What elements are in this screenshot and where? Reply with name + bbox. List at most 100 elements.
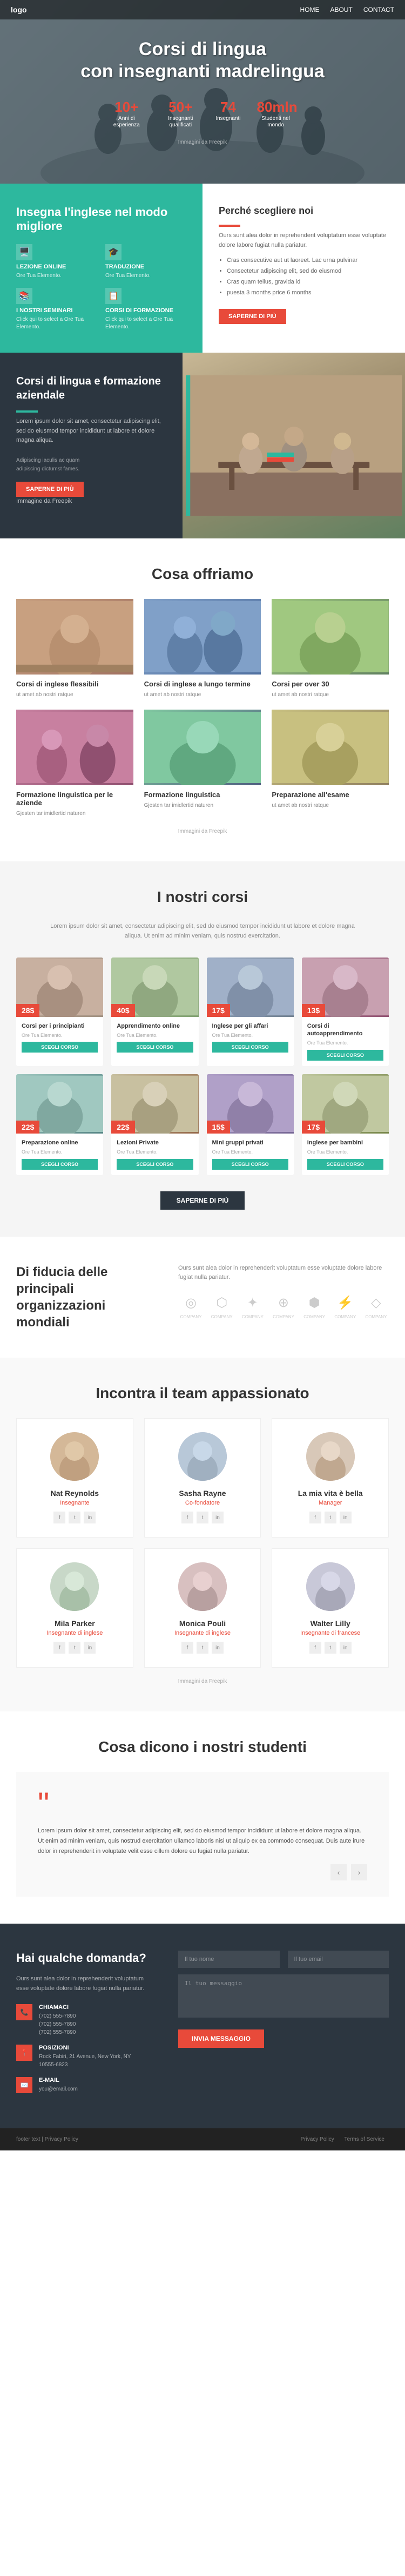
perche-list: Cras consecutive aut ut laoreet. Lac urn… (219, 255, 389, 298)
corso-title-7: Mini gruppi privati (212, 1139, 288, 1147)
offer-desc-2: ut amet ab nostri ratque (144, 691, 261, 699)
section-team: Incontra il team appassionato Nat Reynol… (0, 1358, 405, 1711)
team-role-monica: Insegnante di inglese (156, 1630, 250, 1636)
social-facebook-nat[interactable]: f (53, 1512, 65, 1523)
team-grid: Nat Reynolds Insegnante f t in Sasha Ray… (16, 1418, 389, 1668)
team-card-sasha: Sasha Rayne Co-fondatore f t in (144, 1418, 261, 1537)
corso-btn-6[interactable]: SCEGLI CORSO (117, 1159, 193, 1170)
stat-years-label: Anni di esperienza (107, 116, 145, 129)
corso-btn-1[interactable]: SCEGLI CORSO (22, 1042, 98, 1053)
corso-title-8: Inglese per bambini (307, 1139, 383, 1147)
perche-item-4: puesta 3 months price 6 months (227, 288, 389, 299)
social-facebook-walter[interactable]: f (309, 1642, 321, 1654)
form-submit-btn[interactable]: INVIA MESSAGGIO (178, 2029, 264, 2048)
social-twitter-vita[interactable]: t (325, 1512, 336, 1523)
footer-terms[interactable]: Terms of Service (345, 2136, 384, 2142)
team-name-walter: Walter Lilly (283, 1619, 377, 1628)
perche-btn[interactable]: SAPERNE DI PIÙ (219, 309, 286, 324)
form-row-name-email (178, 1951, 389, 1968)
social-linkedin-walter[interactable]: in (340, 1642, 352, 1654)
corsi-more-btn[interactable]: SAPERNE DI PIÙ (160, 1191, 245, 1210)
testimonial-prev[interactable]: ‹ (330, 1864, 347, 1880)
corso-btn-4[interactable]: SCEGLI CORSO (307, 1050, 383, 1061)
social-twitter-mila[interactable]: t (69, 1642, 80, 1654)
social-facebook-vita[interactable]: f (309, 1512, 321, 1523)
corso-title-2: Apprendimento online (117, 1022, 193, 1030)
section-contact: Hai qualche domanda? Ours sunt alea dolo… (0, 1924, 405, 2128)
team-card-mila: Mila Parker Insegnante di inglese f t in (16, 1548, 133, 1668)
team-card-vita: La mia vita è bella Manager f t in (272, 1418, 389, 1537)
corso-badge-1: 28$ (16, 1004, 39, 1017)
form-email-input[interactable] (288, 1951, 389, 1968)
team-role-mila: Insegnante di inglese (28, 1630, 122, 1636)
section-offriamo: Cosa offriamo Corsi di inglese flessibil… (0, 538, 405, 861)
corso-title-6: Lezioni Private (117, 1139, 193, 1147)
social-twitter-nat[interactable]: t (69, 1512, 80, 1523)
testimonial-next[interactable]: › (351, 1864, 367, 1880)
social-twitter-walter[interactable]: t (325, 1642, 336, 1654)
corso-img-5: 22$ (16, 1074, 103, 1134)
corso-card-2: 40$ Apprendimento online Ore Tua Element… (111, 957, 198, 1066)
perche-title: Perché scegliere noi (219, 205, 389, 217)
corso-img-2: 40$ (111, 957, 198, 1017)
contact-address-label: POSIZIONI (39, 2045, 131, 2051)
corso-title-3: Inglese per gli affari (212, 1022, 288, 1030)
stat-teachers-label: Insegnanti qualificati (161, 116, 199, 129)
testimonial-nav: ‹ › (38, 1864, 367, 1880)
nav-contact[interactable]: CONTACT (363, 6, 394, 14)
offer-desc-3: ut amet ab nostri ratque (272, 691, 389, 699)
logo-icon-7: ◇ (367, 1293, 386, 1312)
offer-card-6: Preparazione all'esame ut amet ab nostri… (272, 710, 389, 818)
footer-privacy[interactable]: Privacy Policy (301, 2136, 334, 2142)
social-facebook-sasha[interactable]: f (181, 1512, 193, 1523)
social-linkedin-nat[interactable]: in (84, 1512, 96, 1523)
seminari-title: I NOSTRI SEMINARI (16, 307, 97, 314)
feature-lezione: 🖥️ LEZIONE ONLINE Ore Tua Elemento. (16, 244, 97, 280)
team-card-nat: Nat Reynolds Insegnante f t in (16, 1418, 133, 1537)
social-linkedin-vita[interactable]: in (340, 1512, 352, 1523)
logo-3: ✦ COMPANY (240, 1293, 265, 1319)
social-linkedin-sasha[interactable]: in (212, 1512, 224, 1523)
col-perche: Perché scegliere noi Ours sunt alea dolo… (202, 184, 405, 353)
corso-body-8: Inglese per bambini Ore Tua Elemento. SC… (302, 1134, 389, 1175)
corso-btn-8[interactable]: SCEGLI CORSO (307, 1159, 383, 1170)
corso-body-1: Corsi per i principianti Ore Tua Element… (16, 1017, 103, 1058)
form-name-input[interactable] (178, 1951, 280, 1968)
social-twitter-sasha[interactable]: t (197, 1512, 208, 1523)
section-testimonial: Cosa dicono i nostri studenti " Lorem ip… (0, 1711, 405, 1924)
social-facebook-mila[interactable]: f (53, 1642, 65, 1654)
corso-btn-2[interactable]: SCEGLI CORSO (117, 1042, 193, 1053)
corporate-right (183, 353, 405, 538)
social-icons-nat: f t in (28, 1512, 122, 1523)
formazione-title: CORSI DI FORMAZIONE (105, 307, 186, 314)
team-img-credit: Immagini da Freepik (16, 1678, 389, 1684)
corso-title-5: Preparazione online (22, 1139, 98, 1147)
social-facebook-monica[interactable]: f (181, 1642, 193, 1654)
social-twitter-monica[interactable]: t (197, 1642, 208, 1654)
logo-icon-4: ⊕ (274, 1293, 293, 1312)
team-name-nat: Nat Reynolds (28, 1489, 122, 1498)
offer-card-1: Corsi di inglese flessibili ut amet ab n… (16, 599, 133, 699)
corporate-btn[interactable]: SAPERNE DI PIÙ (16, 482, 84, 497)
social-linkedin-mila[interactable]: in (84, 1642, 96, 1654)
team-role-sasha: Co-fondatore (156, 1500, 250, 1506)
form-message-textarea[interactable] (178, 1974, 389, 2018)
team-name-mila: Mila Parker (28, 1619, 122, 1628)
stat-insegnanti-label: Insegnanti (215, 116, 240, 122)
avatar-mila (50, 1562, 99, 1611)
avatar-walter (306, 1562, 355, 1611)
email-icon: ✉️ (16, 2077, 32, 2093)
corso-btn-7[interactable]: SCEGLI CORSO (212, 1159, 288, 1170)
corso-badge-7: 15$ (207, 1121, 230, 1134)
social-icons-walter: f t in (283, 1642, 377, 1654)
social-linkedin-monica[interactable]: in (212, 1642, 224, 1654)
corso-btn-5[interactable]: SCEGLI CORSO (22, 1159, 98, 1170)
form-field-name (178, 1951, 280, 1968)
contact-email-address: you@email.com (39, 2085, 78, 2093)
corso-btn-3[interactable]: SCEGLI CORSO (212, 1042, 288, 1053)
corso-badge-5: 22$ (16, 1121, 39, 1134)
contact-address-lines: Rock Fabiri, 21 Avenue, New York, NY1055… (39, 2053, 131, 2069)
nav-about[interactable]: ABOUT (330, 6, 353, 14)
nav-home[interactable]: HOME (300, 6, 320, 14)
lezione-icon: 🖥️ (16, 244, 32, 260)
